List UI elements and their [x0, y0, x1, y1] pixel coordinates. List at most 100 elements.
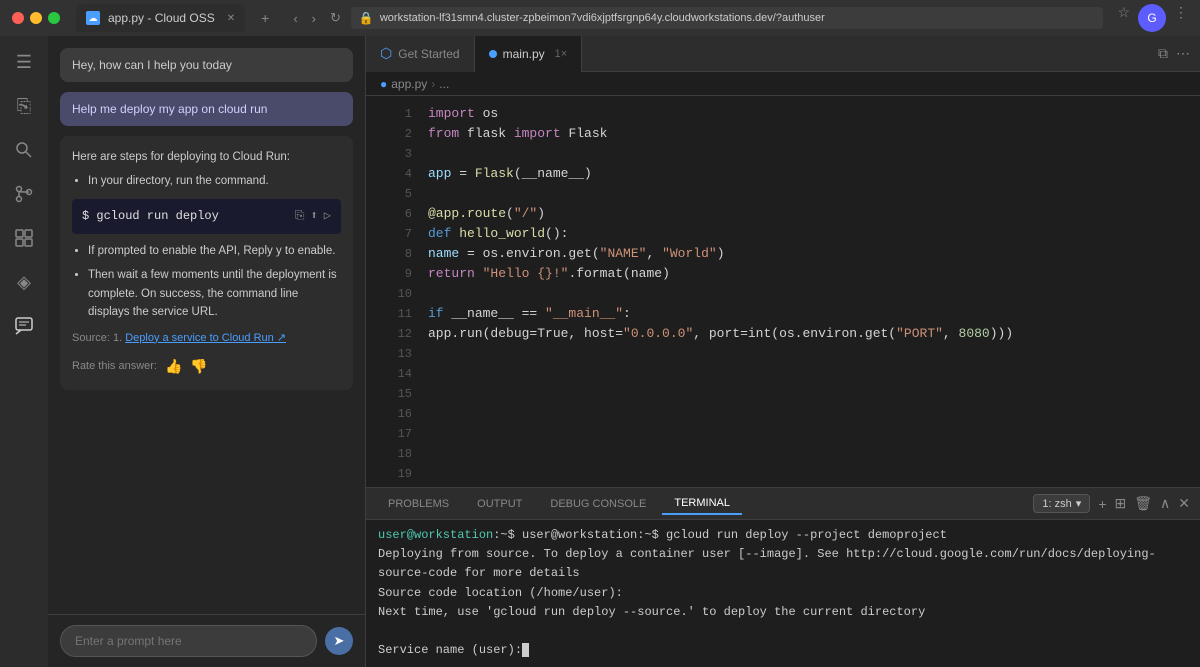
editor-tabs: ⬡ Get Started main.py 1× ⧉ ⋯	[366, 36, 1200, 72]
code-line: 2from flask import Flask	[366, 124, 1200, 144]
terminal-line-6: Service name (user):	[378, 641, 1188, 660]
split-terminal-icon[interactable]: ⊞	[1115, 495, 1127, 512]
code-block-actions: ⎘ ⬆ ▷	[295, 207, 331, 226]
code-line: 7def hello_world():	[366, 224, 1200, 244]
terminal-run-icon[interactable]: ▷	[324, 207, 331, 226]
code-line: 5	[366, 184, 1200, 204]
chat-response: Here are steps for deploying to Cloud Ru…	[60, 136, 353, 390]
maximize-button[interactable]	[48, 12, 60, 24]
code-editor[interactable]: 1import os2from flask import Flask3 4app…	[366, 96, 1200, 487]
activity-bar: ☰ ⎘ ◈	[0, 36, 48, 667]
tab-close-icon[interactable]: 1×	[555, 48, 568, 60]
close-panel-icon[interactable]: ✕	[1178, 495, 1190, 512]
terminal-tab-actions: 1: zsh ▾ + ⊞ 🗑 ∧ ✕	[1033, 494, 1190, 513]
profile-avatar[interactable]: G	[1138, 4, 1166, 32]
code-line: 16	[366, 404, 1200, 424]
traffic-lights	[12, 12, 60, 24]
minimize-button[interactable]	[30, 12, 42, 24]
editor-area: ⬡ Get Started main.py 1× ⧉ ⋯ ● app.py › …	[366, 36, 1200, 667]
code-line: 19	[366, 464, 1200, 484]
tab-main-py[interactable]: main.py 1×	[475, 36, 583, 72]
terminal-content: user@workstation:~$ user@workstation:~$ …	[366, 520, 1200, 667]
terminal-command: user@workstation:~$ gcloud run deploy --…	[522, 528, 947, 542]
terminal-tabs: PROBLEMS OUTPUT DEBUG CONSOLE TERMINAL 1…	[366, 488, 1200, 520]
extensions-icon[interactable]	[6, 220, 42, 256]
rate-label: Rate this answer:	[72, 358, 157, 376]
terminal-user: user@workstation	[378, 528, 493, 542]
greeting-message: Hey, how can I help you today	[60, 48, 353, 82]
source-link[interactable]: Deploy a service to Cloud Run ↗	[125, 332, 286, 344]
forward-button[interactable]: ›	[308, 9, 320, 28]
deploy-icon[interactable]: ◈	[6, 264, 42, 300]
back-button[interactable]: ‹	[289, 9, 301, 28]
response-steps-2: If prompted to enable the API, Reply y t…	[72, 242, 341, 322]
delete-terminal-icon[interactable]: 🗑	[1134, 495, 1152, 512]
terminal-line-4: Next time, use 'gcloud run deploy --sour…	[378, 603, 1188, 622]
tab-terminal[interactable]: TERMINAL	[662, 493, 742, 515]
code-line: 6@app.route("/")	[366, 204, 1200, 224]
source-control-icon[interactable]	[6, 176, 42, 212]
maximize-panel-icon[interactable]: ∧	[1160, 495, 1170, 512]
code-line: 3	[366, 144, 1200, 164]
shell-label: 1: zsh	[1042, 498, 1071, 510]
main-layout: ☰ ⎘ ◈	[0, 36, 1200, 667]
code-block: $ gcloud run deploy ⎘ ⬆ ▷	[72, 199, 341, 234]
sidebar-toggle-icon[interactable]: ☰	[6, 44, 42, 80]
chat-icon[interactable]	[6, 308, 42, 344]
chat-messages: Hey, how can I help you today Help me de…	[48, 36, 365, 614]
thumbs-up-icon[interactable]: 👍	[165, 355, 182, 377]
terminal-panel: PROBLEMS OUTPUT DEBUG CONSOLE TERMINAL 1…	[366, 487, 1200, 667]
code-line: 10	[366, 284, 1200, 304]
lock-icon: 🔒	[359, 11, 374, 25]
bookmark-icon[interactable]: ☆	[1117, 4, 1130, 32]
tab-actions: ⧉ ⋯	[1158, 45, 1200, 62]
reload-button[interactable]: ↻	[326, 8, 345, 28]
search-icon[interactable]	[6, 132, 42, 168]
code-line: 17	[366, 424, 1200, 444]
code-line: 13	[366, 344, 1200, 364]
split-editor-icon[interactable]: ⧉	[1158, 45, 1168, 62]
thumbs-down-icon[interactable]: 👎	[190, 355, 207, 377]
terminal-prompt: :~$	[493, 528, 522, 542]
terminal-line-5	[378, 622, 1188, 641]
response-title: Here are steps for deploying to Cloud Ru…	[72, 148, 341, 166]
code-line: 4app = Flask(__name__)	[366, 164, 1200, 184]
title-bar: ☁ app.py - Cloud OSS ✕ + ‹ › ↻ 🔒 worksta…	[0, 0, 1200, 36]
browser-tab[interactable]: ☁ app.py - Cloud OSS ✕	[76, 4, 245, 32]
close-button[interactable]	[12, 12, 24, 24]
chat-input[interactable]	[60, 625, 317, 657]
explorer-icon[interactable]: ⎘	[6, 88, 42, 124]
menu-icon[interactable]: ⋮	[1174, 4, 1188, 32]
shell-selector[interactable]: 1: zsh ▾	[1033, 494, 1090, 513]
response-steps: In your directory, run the command.	[72, 172, 341, 190]
tab-debug-console[interactable]: DEBUG CONSOLE	[538, 494, 658, 514]
tab-output[interactable]: OUTPUT	[465, 494, 534, 514]
url-text: workstation-lf31smn4.cluster-zpbeimon7vd…	[380, 12, 825, 24]
modified-dot	[489, 50, 497, 58]
tab-title: app.py - Cloud OSS	[108, 11, 215, 25]
tab-close-icon[interactable]: ✕	[227, 13, 235, 24]
source-line: Source: 1. Deploy a service to Cloud Run…	[72, 330, 341, 348]
code-line: 15	[366, 384, 1200, 404]
more-actions-icon[interactable]: ⋯	[1176, 45, 1190, 62]
send-button[interactable]: ➤	[325, 627, 353, 655]
code-line: 14	[366, 364, 1200, 384]
breadcrumb-file: app.py	[391, 77, 427, 91]
new-tab-button[interactable]: +	[261, 10, 269, 26]
chat-panel: Hey, how can I help you today Help me de…	[48, 36, 366, 667]
step-1: In your directory, run the command.	[88, 172, 341, 190]
terminal-cursor	[522, 643, 529, 657]
step-2: If prompted to enable the API, Reply y t…	[88, 242, 341, 260]
insert-icon[interactable]: ⬆	[311, 207, 318, 226]
url-bar[interactable]: 🔒 workstation-lf31smn4.cluster-zpbeimon7…	[351, 7, 1104, 29]
add-terminal-icon[interactable]: +	[1098, 496, 1106, 512]
code-line: 1import os	[366, 104, 1200, 124]
code-line: 18	[366, 444, 1200, 464]
tab-get-started[interactable]: ⬡ Get Started	[366, 36, 475, 72]
terminal-line-3: Source code location (/home/user):	[378, 584, 1188, 603]
tab-favicon: ☁	[86, 11, 100, 25]
tab-problems[interactable]: PROBLEMS	[376, 494, 461, 514]
copy-icon[interactable]: ⎘	[295, 207, 305, 226]
step-3: Then wait a few moments until the deploy…	[88, 266, 341, 321]
breadcrumb: ● app.py › ...	[366, 72, 1200, 96]
